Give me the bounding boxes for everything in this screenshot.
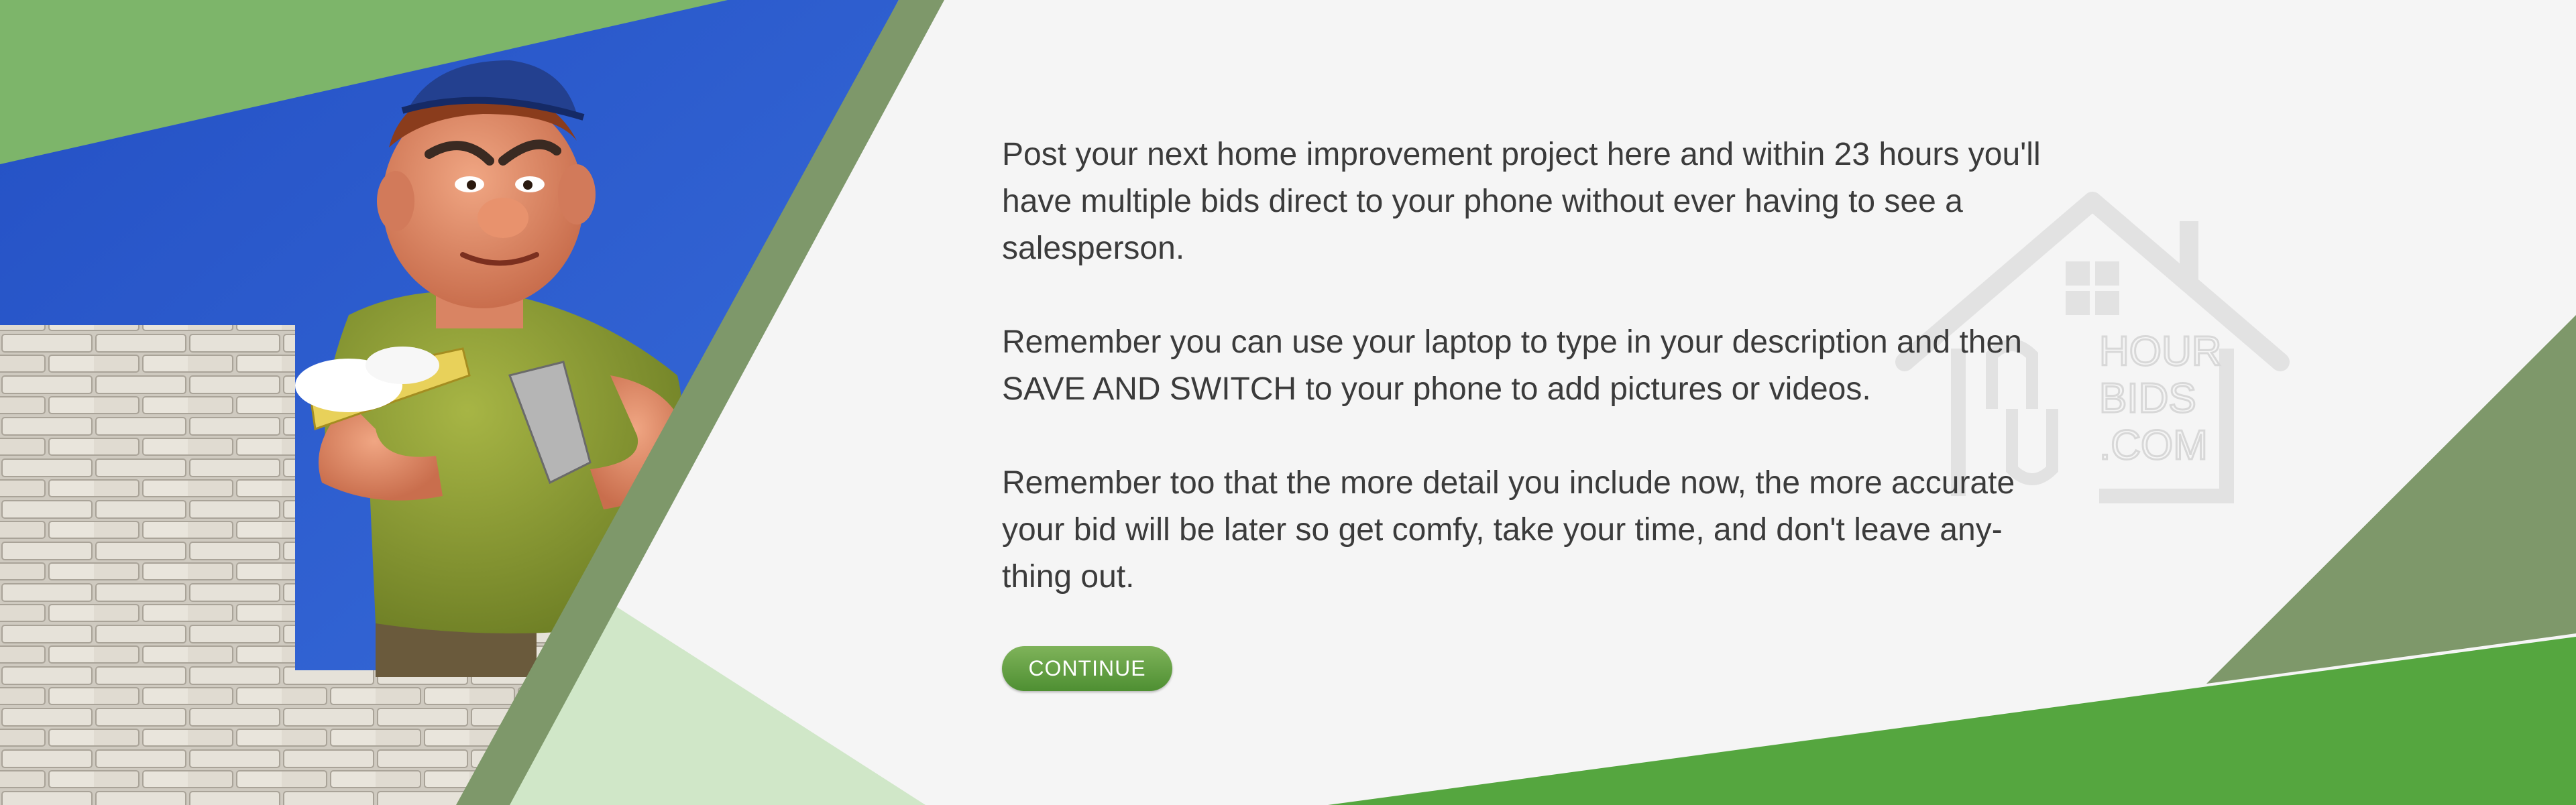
intro-text: Post your next home improvement project … bbox=[1002, 131, 2048, 647]
intro-paragraph-2: Remember you can use your laptop to type… bbox=[1002, 324, 2022, 407]
intro-paragraph-1: Post your next home improvement project … bbox=[1002, 137, 2041, 266]
green-band-bottom bbox=[1328, 637, 2576, 805]
watermark-line1: HOUR bbox=[2099, 328, 2222, 375]
hero-banner: HOUR BIDS .COM Post your next home impro… bbox=[0, 0, 2576, 805]
continue-button[interactable]: CONTINUE bbox=[1002, 646, 1172, 691]
watermark-line2: BIDS bbox=[2099, 375, 2196, 422]
intro-paragraph-3: Remember too that the more detail you in… bbox=[1002, 465, 2015, 595]
watermark-line3: .COM bbox=[2099, 422, 2208, 469]
builder-figurine-photo bbox=[0, 0, 944, 805]
